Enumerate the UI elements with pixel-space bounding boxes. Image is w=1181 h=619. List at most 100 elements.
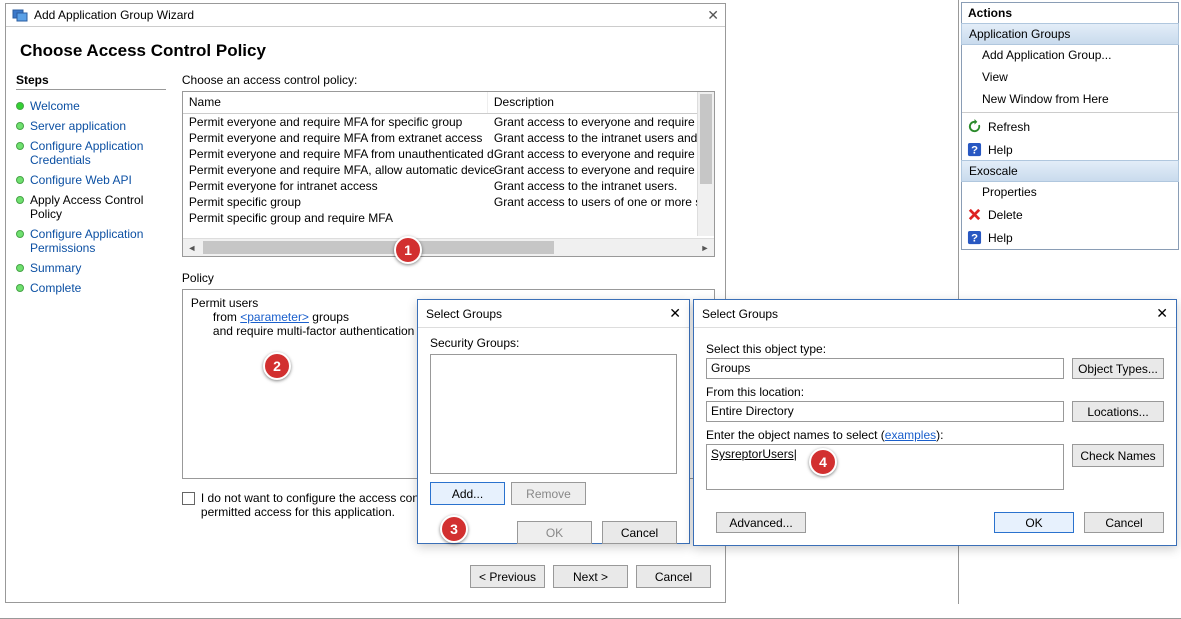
policy-name: Permit specific group: [189, 195, 494, 209]
action-help2[interactable]: ? Help: [962, 226, 1178, 249]
policy-row[interactable]: Permit specific groupGrant access to use…: [183, 194, 714, 210]
action-help[interactable]: ? Help: [962, 138, 1178, 161]
object-type-label: Select this object type:: [706, 342, 1164, 356]
skip-acp-checkbox[interactable]: [182, 492, 195, 505]
close-icon[interactable]: ✕: [1156, 305, 1168, 322]
actions-section-exoscale: Exoscale: [961, 160, 1179, 182]
step-complete[interactable]: Complete: [16, 278, 166, 298]
grid-header: Name Description: [183, 92, 714, 114]
policy-grid[interactable]: Name Description Permit everyone and req…: [182, 91, 715, 257]
action-properties[interactable]: Properties: [962, 181, 1178, 203]
scroll-left-icon[interactable]: ◄: [183, 239, 201, 256]
step-bullet-icon: [16, 142, 24, 150]
scrollbar-thumb[interactable]: [700, 94, 712, 184]
action-label: Help: [988, 231, 1013, 245]
policy-name: Permit everyone and require MFA from una…: [189, 147, 494, 161]
action-label: Refresh: [988, 120, 1030, 134]
examples-link[interactable]: examples: [885, 428, 936, 442]
step-config-permissions[interactable]: Configure Application Permissions: [16, 224, 166, 258]
close-icon[interactable]: ✕: [707, 7, 719, 24]
step-config-webapi[interactable]: Configure Web API: [16, 170, 166, 190]
location-label: From this location:: [706, 385, 1164, 399]
action-label: Delete: [988, 208, 1023, 222]
step-welcome[interactable]: Welcome: [16, 96, 166, 116]
ok-button[interactable]: OK: [994, 512, 1074, 533]
step-bullet-icon: [16, 122, 24, 130]
svg-text:?: ?: [971, 232, 978, 244]
callout-1: 1: [394, 236, 422, 264]
actions-pane: Actions Application Groups Add Applicati…: [961, 2, 1179, 250]
step-server-app[interactable]: Server application: [16, 116, 166, 136]
policy-desc: Grant access to the intranet users.: [494, 179, 708, 193]
app-group-icon: [12, 7, 28, 23]
step-bullet-icon: [16, 284, 24, 292]
cancel-button[interactable]: Cancel: [1084, 512, 1164, 533]
add-button[interactable]: Add...: [430, 482, 505, 505]
policy-name: Permit everyone and require MFA for spec…: [189, 115, 494, 129]
object-names-input[interactable]: SysreptorUsers|: [706, 444, 1064, 490]
policy-row[interactable]: Permit everyone and require MFA, allow a…: [183, 162, 714, 178]
action-view[interactable]: View: [962, 66, 1178, 88]
steps-header: Steps: [16, 73, 166, 90]
step-summary[interactable]: Summary: [16, 258, 166, 278]
remove-button[interactable]: Remove: [511, 482, 586, 505]
step-apply-acp[interactable]: Apply Access Control Policy: [16, 190, 166, 224]
action-label: New Window from Here: [982, 92, 1109, 106]
check-names-button[interactable]: Check Names: [1072, 444, 1164, 467]
step-label: Server application: [30, 119, 126, 133]
object-type-field: Groups: [706, 358, 1064, 379]
action-new-window[interactable]: New Window from Here: [962, 88, 1178, 110]
actions-section-appgroups: Application Groups: [961, 23, 1179, 45]
previous-button[interactable]: < Previous: [470, 565, 545, 588]
text: from: [213, 310, 240, 324]
action-add-app-group[interactable]: Add Application Group...: [962, 44, 1178, 66]
select-groups-dialog-small: Select Groups ✕ Security Groups: Add... …: [417, 299, 690, 544]
advanced-button[interactable]: Advanced...: [716, 512, 806, 533]
close-icon[interactable]: ✕: [669, 305, 681, 322]
policy-name: Permit specific group and require MFA: [189, 211, 494, 225]
policy-desc: Grant access to everyone and require M: [494, 115, 708, 129]
security-groups-listbox[interactable]: [430, 354, 677, 474]
horizontal-scrollbar[interactable]: ◄►: [183, 238, 714, 256]
parameter-link[interactable]: <parameter>: [240, 310, 309, 324]
action-refresh[interactable]: Refresh: [962, 115, 1178, 138]
step-label: Apply Access Control Policy: [30, 193, 166, 221]
scroll-right-icon[interactable]: ►: [696, 239, 714, 256]
step-config-credentials[interactable]: Configure Application Credentials: [16, 136, 166, 170]
security-groups-label: Security Groups:: [430, 336, 677, 350]
policy-row[interactable]: Permit specific group and require MFA: [183, 210, 714, 226]
policy-name: Permit everyone and require MFA, allow a…: [189, 163, 494, 177]
step-label: Configure Application Credentials: [30, 139, 166, 167]
next-button[interactable]: Next >: [553, 565, 628, 588]
locations-button[interactable]: Locations...: [1072, 401, 1164, 422]
vertical-scrollbar[interactable]: [697, 92, 714, 236]
cancel-button[interactable]: Cancel: [636, 565, 711, 588]
text: Enter the object names to select (: [706, 428, 885, 442]
policy-row[interactable]: Permit everyone and require MFA for spec…: [183, 114, 714, 130]
policy-desc: [494, 211, 708, 225]
callout-4: 4: [809, 448, 837, 476]
scrollbar-thumb[interactable]: [203, 241, 554, 254]
step-label: Configure Web API: [30, 173, 132, 187]
col-name[interactable]: Name: [183, 92, 488, 113]
object-types-button[interactable]: Object Types...: [1072, 358, 1164, 379]
actions-title: Actions: [962, 3, 1178, 24]
policy-row[interactable]: Permit everyone and require MFA from ext…: [183, 130, 714, 146]
help-icon: ?: [967, 230, 982, 245]
dialog-title: Select Groups: [426, 307, 502, 321]
wizard-titlebar: Add Application Group Wizard ✕: [6, 4, 725, 27]
names-label: Enter the object names to select (exampl…: [706, 428, 1164, 442]
ok-button[interactable]: OK: [517, 521, 592, 544]
help-icon: ?: [967, 142, 982, 157]
col-description[interactable]: Description: [488, 92, 560, 113]
text: ):: [936, 428, 943, 442]
grid-body: Permit everyone and require MFA for spec…: [183, 114, 714, 234]
policy-row[interactable]: Permit everyone and require MFA from una…: [183, 146, 714, 162]
step-label: Configure Application Permissions: [30, 227, 166, 255]
cancel-button[interactable]: Cancel: [602, 521, 677, 544]
policy-desc: Grant access to everyone and require M: [494, 163, 708, 177]
policy-row[interactable]: Permit everyone for intranet accessGrant…: [183, 178, 714, 194]
action-delete[interactable]: Delete: [962, 203, 1178, 226]
policy-list-label: Choose an access control policy:: [182, 73, 715, 87]
step-label: Complete: [30, 281, 81, 295]
